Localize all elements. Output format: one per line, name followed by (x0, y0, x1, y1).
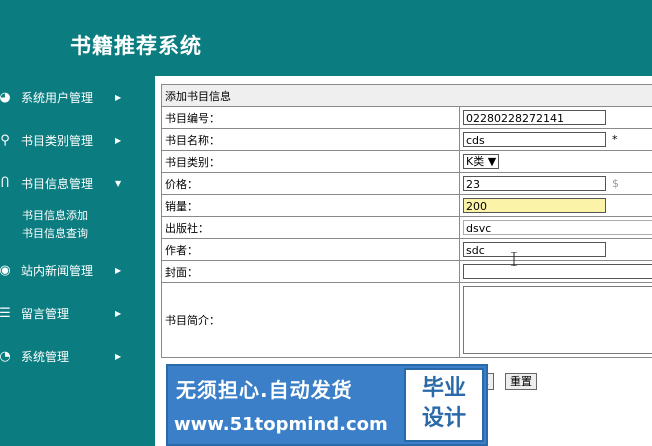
user-icon: ◕ (0, 89, 11, 105)
chevron-right-icon: ▶ (115, 351, 122, 361)
chevron-right-icon: ▶ (115, 265, 122, 275)
text-cursor-icon (511, 251, 517, 267)
field-label: 销量： (161, 194, 460, 217)
required-mark: * (612, 132, 618, 146)
sidebar-item-label: 留言管理 (21, 306, 70, 321)
field-label: 书目名称： (161, 128, 460, 151)
book-category-select[interactable]: K类 ▼ (463, 154, 500, 169)
field-label: 书目编号： (161, 106, 460, 129)
author-input[interactable]: sdc (463, 242, 606, 257)
chevron-right-icon: ▶ (115, 92, 122, 102)
field-label: 封面： (161, 260, 460, 283)
message-icon: ☰ (0, 305, 11, 321)
chevron-down-icon: ▼ (115, 178, 122, 188)
add-book-form: 添加书目信息 书目编号： 02280228272141 书目名称： cds * 书… (161, 84, 652, 358)
field-label: 书目简介： (161, 282, 460, 358)
book-info-icon: Ⴖ (0, 175, 10, 191)
globe-icon: ◉ (0, 262, 11, 278)
sidebar-item-category-management[interactable]: ⚲ 书目类别管理 ▶ (0, 130, 121, 150)
price-input[interactable]: 23 (463, 176, 606, 191)
sidebar-item-user-management[interactable]: ◕ 系统用户管理 ▶ (0, 87, 121, 107)
reset-button[interactable]: 重置 (505, 373, 537, 390)
sidebar-item-book-info-management[interactable]: Ⴖ 书目信息管理 ▼ (0, 173, 121, 193)
cover-input[interactable] (463, 264, 652, 279)
watermark-logo-line2: 设计 (421, 406, 466, 431)
price-suffix: $ (612, 176, 619, 190)
chart-icon: ◔ (0, 348, 11, 364)
book-id-input[interactable]: 02280228272141 (463, 110, 606, 125)
field-label: 价格： (161, 172, 460, 195)
chevron-right-icon: ▶ (115, 308, 122, 318)
chevron-right-icon: ▶ (115, 135, 122, 145)
description-textarea[interactable] (463, 286, 652, 354)
watermark-banner: 无须担心.自动发货 www.51topmind.com 毕业 设计 (166, 364, 488, 446)
form-header: 添加书目信息 (161, 84, 652, 107)
watermark-line1: 无须担心.自动发货 (176, 378, 353, 402)
watermark-logo: 毕业 设计 (404, 368, 484, 442)
sidebar-item-system-management[interactable]: ◔ 系统管理 ▶ (0, 346, 121, 366)
app-title: 书籍推荐系统 (70, 33, 202, 58)
sidebar-subitem-query-book[interactable]: 书目信息查询 (22, 225, 88, 241)
sidebar-item-message-management[interactable]: ☰ 留言管理 ▶ (0, 303, 121, 323)
sidebar-item-label: 系统管理 (21, 349, 70, 364)
sidebar-item-label: 书目类别管理 (21, 133, 94, 148)
watermark-line2: www.51topmind.com (174, 414, 388, 435)
sidebar-subitem-add-book[interactable]: 书目信息添加 (22, 207, 88, 223)
sidebar-item-label: 站内新闻管理 (21, 263, 94, 278)
book-name-input[interactable]: cds (463, 132, 606, 147)
sales-input[interactable]: 200 (463, 198, 606, 213)
publisher-input[interactable]: dsvc (463, 220, 652, 235)
field-label: 出版社： (161, 216, 460, 239)
sidebar-item-label: 书目信息管理 (21, 176, 94, 191)
sidebar-item-label: 系统用户管理 (21, 90, 94, 105)
sidebar-item-news-management[interactable]: ◉ 站内新闻管理 ▶ (0, 260, 121, 280)
field-label: 书目类别： (161, 150, 460, 173)
sidebar: ◕ 系统用户管理 ▶ ⚲ 书目类别管理 ▶ Ⴖ 书目信息管理 ▼ 书目信息添加 … (0, 74, 134, 446)
watermark-logo-line1: 毕业 (421, 376, 466, 401)
category-icon: ⚲ (0, 132, 10, 148)
field-label: 作者： (161, 238, 460, 261)
